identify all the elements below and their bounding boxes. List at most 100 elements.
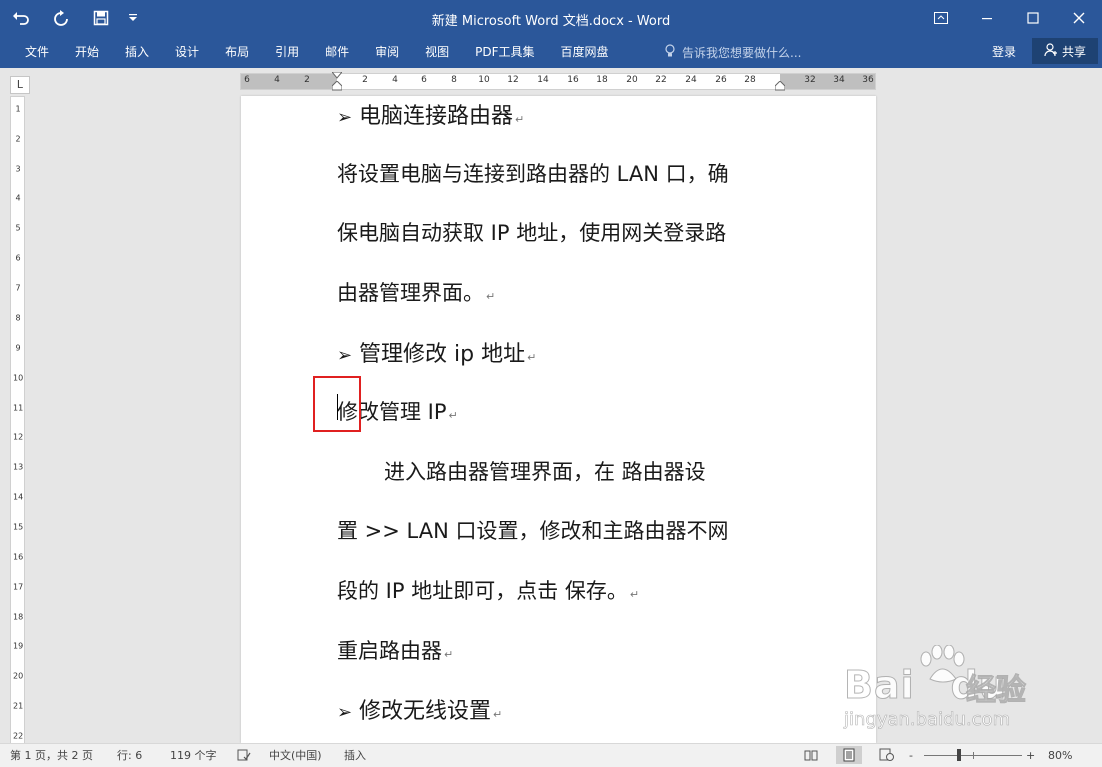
print-layout-icon[interactable] (836, 746, 862, 764)
paragraph-text: 置 >> LAN 口设置，修改和主路由器不网 (337, 519, 729, 543)
tab-design[interactable]: 设计 (162, 41, 212, 63)
ruler-number: 26 (715, 75, 727, 85)
ruler-number: 18 (596, 75, 608, 85)
tab-references[interactable]: 引用 (262, 41, 312, 63)
paragraph-text: 管理修改 ip 地址 (359, 342, 526, 367)
arrow-bullet-icon: ➢ (337, 702, 353, 723)
ruler-number: 21 (13, 701, 24, 711)
word-count[interactable]: 119 个字 (170, 748, 217, 764)
status-bar: 第 1 页，共 2 页 行: 6 119 个字 中文(中国) 插入 - + 80… (0, 743, 1102, 767)
red-highlight-box (313, 376, 361, 432)
ruler-number: 22 (655, 75, 667, 85)
ruler-number: 22 (13, 731, 24, 741)
read-mode-icon[interactable] (804, 748, 818, 762)
line-number[interactable]: 行: 6 (117, 748, 142, 764)
maximize-icon[interactable] (1010, 0, 1056, 36)
ruler-number: 11 (13, 403, 24, 413)
paragraph-text: 保电脑自动获取 IP 地址，使用网关登录路 (337, 221, 727, 245)
horizontal-ruler[interactable]: 6 4 2 2 4 6 8 10 12 14 16 18 20 22 24 26… (240, 72, 876, 91)
body-paragraph[interactable]: 重启路由器 ↵ (337, 635, 453, 665)
body-paragraph[interactable]: 由器管理界面。 ↵ (337, 277, 495, 307)
ruler-number: 13 (13, 462, 24, 472)
arrow-bullet-icon: ➢ (337, 107, 353, 128)
ruler-number: 14 (537, 75, 549, 85)
heading-paragraph[interactable]: ➢ 修改无线设置 ↵ (337, 693, 502, 725)
baidu-watermark: Bai du 经验 jingyan.baidu.com (838, 645, 1048, 735)
tab-insert[interactable]: 插入 (112, 41, 162, 63)
watermark-url: jingyan.baidu.com (844, 709, 1011, 731)
ruler-number: 6 (244, 75, 250, 85)
body-paragraph[interactable]: 置 >> LAN 口设置，修改和主路由器不网 (337, 515, 728, 545)
ruler-number: 8 (451, 75, 457, 85)
tab-review[interactable]: 审阅 (362, 41, 412, 63)
body-paragraph[interactable]: 将设置电脑与连接到路由器的 LAN 口，确 (337, 158, 729, 188)
zoom-slider-thumb[interactable] (957, 749, 961, 761)
tab-baidu-netdisk[interactable]: 百度网盘 (548, 41, 622, 63)
paragraph-text: 将设置电脑与连接到路由器的 LAN 口，确 (337, 162, 729, 186)
body-paragraph[interactable]: 保电脑自动获取 IP 地址，使用网关登录路 (337, 217, 726, 247)
lightbulb-icon (664, 43, 676, 61)
tab-pdf-tools[interactable]: PDF工具集 (462, 41, 547, 63)
ruler-number: 12 (507, 75, 519, 85)
sign-in-link[interactable]: 登录 (992, 40, 1016, 64)
web-layout-icon[interactable] (879, 748, 894, 762)
paragraph-text: 进入路由器管理界面，在 路由器设 (384, 460, 706, 484)
ruler-number: 24 (685, 75, 697, 85)
ruler-number: 2 (362, 75, 368, 85)
tell-me-box[interactable]: 告诉我您想要做什么... (664, 40, 801, 64)
ruler-number: 10 (13, 373, 24, 383)
paragraph-text: 电脑连接路由器 (359, 104, 514, 129)
paragraph-text: 由器管理界面。 (337, 281, 484, 305)
body-paragraph[interactable]: 段的 IP 地址即可，点击 保存。 ↵ (337, 575, 639, 605)
share-button[interactable]: 共享 (1032, 38, 1098, 64)
zoom-in-button[interactable]: + (1026, 748, 1035, 764)
ruler-number: 5 (15, 223, 21, 233)
ruler-number: 28 (744, 75, 756, 85)
ruler-number: 20 (626, 75, 638, 85)
paragraph-text: 段的 IP 地址即可，点击 保存。 (337, 579, 628, 603)
paragraph-mark: ↵ (448, 409, 458, 422)
ruler-number: 10 (478, 75, 490, 85)
zoom-out-button[interactable]: - (909, 748, 913, 764)
tab-layout[interactable]: 布局 (212, 41, 262, 63)
ruler-number: 32 (804, 75, 816, 85)
ruler-number: 2 (15, 134, 21, 144)
tab-view[interactable]: 视图 (412, 41, 462, 63)
language-indicator[interactable]: 中文(中国) (269, 748, 322, 764)
ruler-number: 19 (13, 641, 24, 651)
ruler-number: 8 (15, 313, 21, 323)
insert-mode[interactable]: 插入 (344, 748, 366, 764)
minimize-icon[interactable] (964, 0, 1010, 36)
ribbon-display-icon[interactable] (918, 0, 964, 36)
paragraph-mark: ↵ (515, 113, 525, 126)
right-indent-marker[interactable] (775, 81, 785, 91)
ruler-number: 1 (15, 104, 21, 114)
ruler-number: 34 (833, 75, 845, 85)
proofing-icon[interactable] (237, 748, 251, 762)
ruler-number: 36 (862, 75, 874, 85)
hanging-indent-marker[interactable] (332, 81, 342, 91)
tab-home[interactable]: 开始 (62, 41, 112, 63)
body-paragraph[interactable]: 进入路由器管理界面，在 路由器设 (384, 456, 706, 486)
ruler-number: 15 (13, 522, 24, 532)
paragraph-text: 修改无线设置 (359, 699, 492, 724)
arrow-bullet-icon: ➢ (337, 345, 353, 366)
tab-mailings[interactable]: 邮件 (312, 41, 362, 63)
tell-me-text: 告诉我您想要做什么... (682, 45, 802, 60)
page-count[interactable]: 第 1 页，共 2 页 (10, 748, 93, 764)
paragraph-mark: ↵ (444, 648, 454, 661)
share-label: 共享 (1061, 44, 1086, 59)
ruler-number: 4 (392, 75, 398, 85)
ruler-number: 12 (13, 432, 24, 442)
zoom-level[interactable]: 80% (1048, 748, 1072, 764)
ruler-number: 16 (567, 75, 579, 85)
tab-file[interactable]: 文件 (12, 41, 62, 63)
heading-paragraph[interactable]: ➢ 电脑连接路由器 ↵ (337, 98, 524, 130)
heading-paragraph[interactable]: ➢ 管理修改 ip 地址 ↵ (337, 336, 536, 368)
close-icon[interactable] (1056, 0, 1102, 36)
vertical-ruler[interactable]: 1 2 3 4 5 6 7 8 9 10 11 12 13 14 15 16 1… (10, 96, 25, 744)
watermark-jingyan: 经验 (966, 673, 1027, 709)
ruler-number: 3 (15, 164, 21, 174)
tab-selector[interactable]: L (10, 76, 30, 94)
paragraph-mark: ↵ (527, 351, 537, 364)
